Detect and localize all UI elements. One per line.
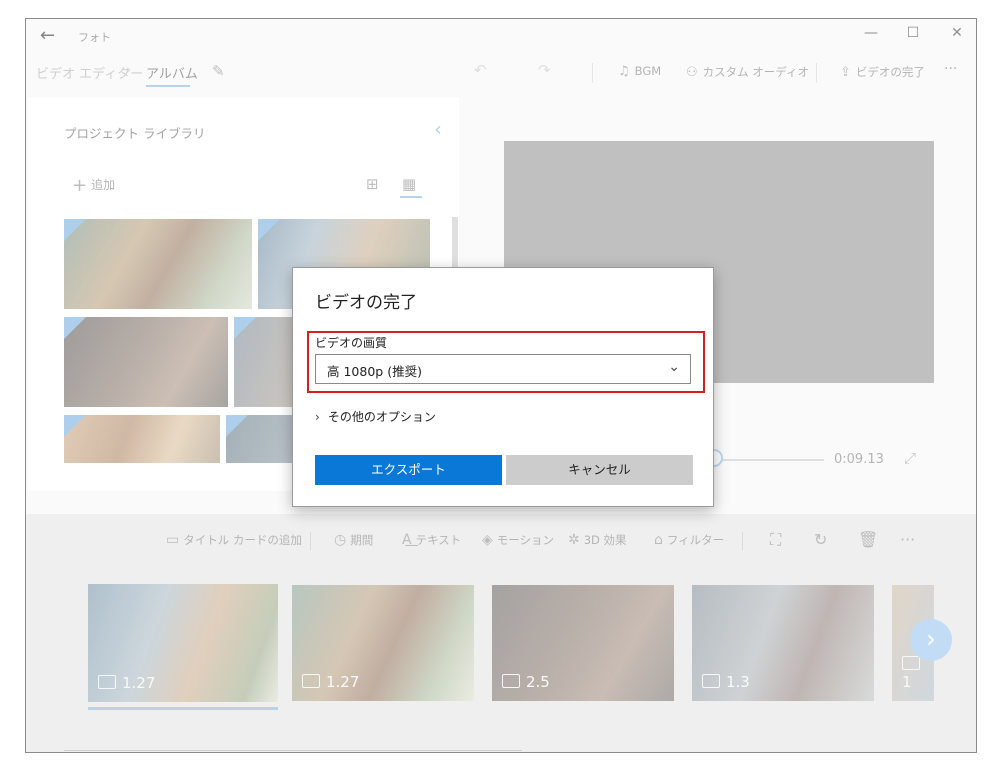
dialog-title: ビデオの完了 xyxy=(315,293,417,313)
cancel-button[interactable]: キャンセル xyxy=(506,455,693,485)
chevron-down-icon: ⌄ xyxy=(668,359,680,375)
quality-label: ビデオの画質 xyxy=(315,336,388,350)
quality-value: 高 1080p (推奨) xyxy=(327,364,422,379)
video-quality-select[interactable]: 高 1080p (推奨) ⌄ xyxy=(315,354,691,384)
export-button[interactable]: エクスポート xyxy=(315,455,502,485)
more-options-toggle[interactable]: › その他のオプション xyxy=(315,408,436,425)
finish-video-dialog: ビデオの完了 ビデオの画質 高 1080p (推奨) ⌄ › その他のオプション … xyxy=(292,267,714,507)
chevron-right-icon: › xyxy=(315,410,320,424)
more-options-label: その他のオプション xyxy=(327,410,436,424)
